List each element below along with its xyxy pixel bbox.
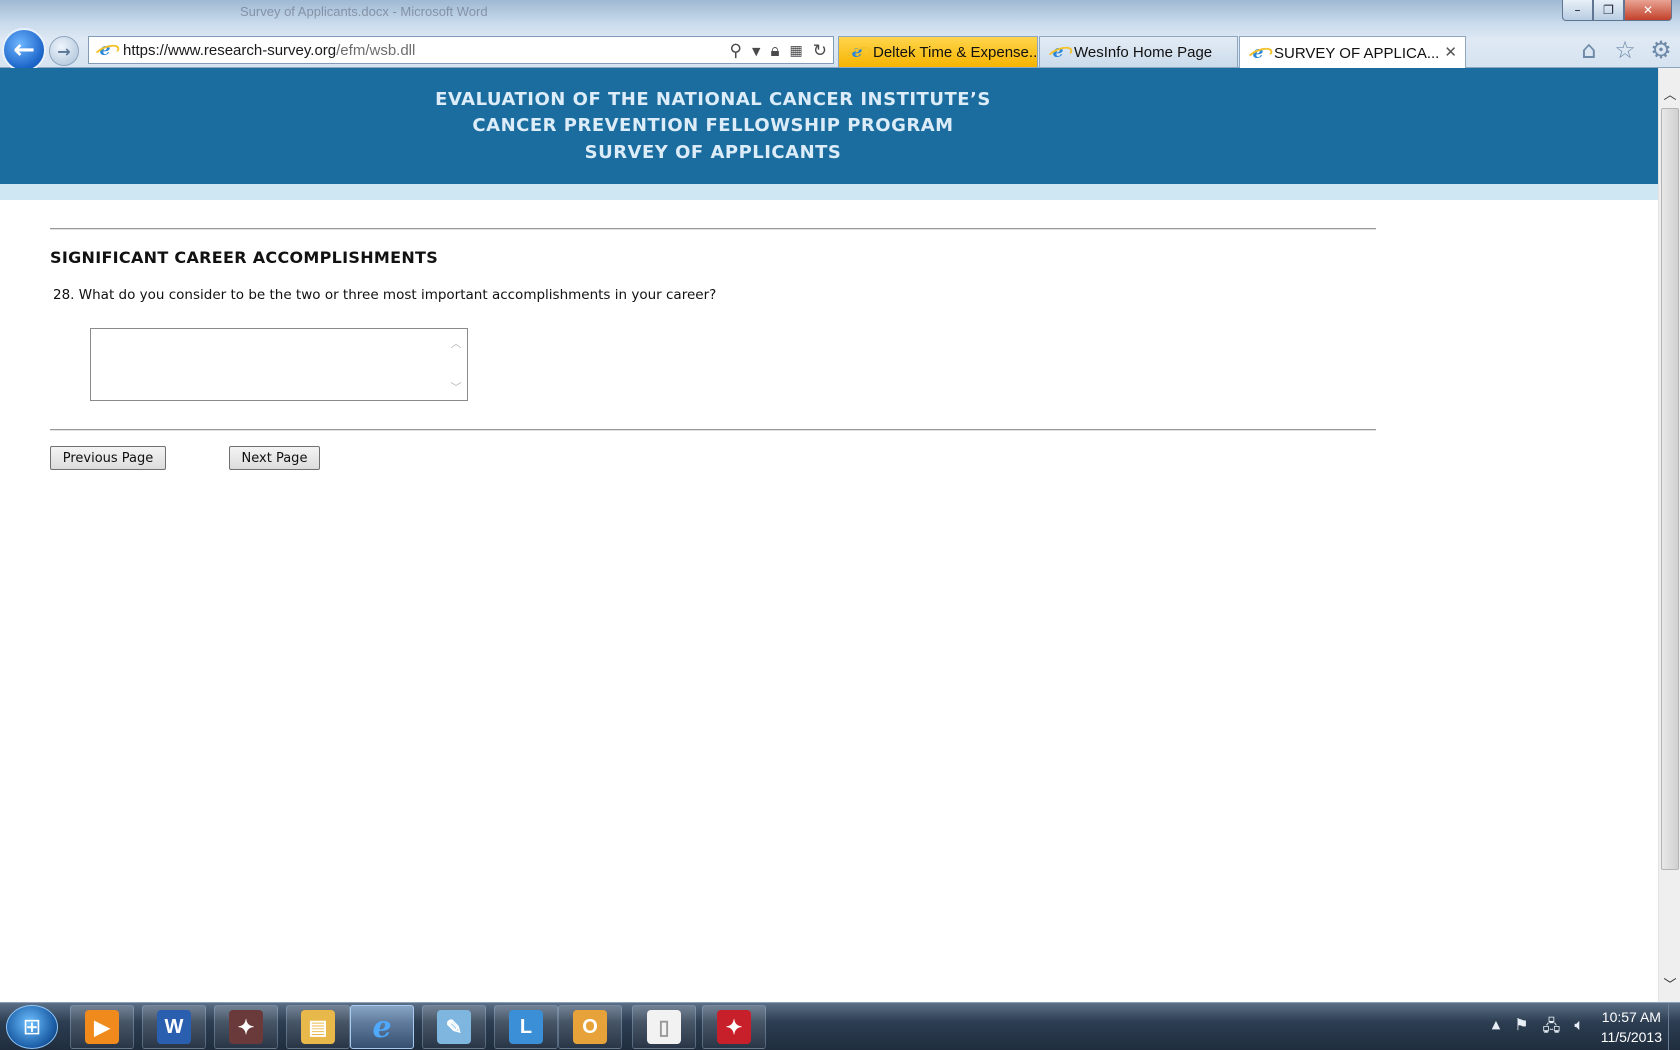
tab-survey[interactable]: e SURVEY OF APPLICA... ✕ bbox=[1239, 36, 1466, 69]
taskbar: ⊞ ▶ W ✦ ▤ e ✎ L O ▯ ✦ ▲ ⚑ 🖧︎ 🔈︎ 10:57 AM… bbox=[0, 1002, 1680, 1050]
scroll-thumb[interactable] bbox=[1661, 108, 1679, 870]
forward-icon: → bbox=[57, 41, 71, 61]
window-title: Survey of Applicants.docx - Microsoft Wo… bbox=[240, 4, 488, 19]
clock[interactable]: 10:57 AM 11/5/2013 bbox=[1601, 1007, 1662, 1047]
browser-chrome: Survey of Applicants.docx - Microsoft Wo… bbox=[0, 0, 1680, 72]
address-bar-icons: ⚲ ▼ 🔒︎ ▦ ↻ bbox=[730, 39, 827, 63]
ie-tab-icon: e bbox=[1248, 43, 1268, 63]
system-tray: ▲ ⚑ 🖧︎ 🔈︎ bbox=[1492, 1015, 1584, 1042]
close-tab-icon[interactable]: ✕ bbox=[1444, 43, 1457, 61]
search-icon[interactable]: ⚲ bbox=[730, 41, 742, 61]
divider-bottom bbox=[50, 429, 1376, 431]
tab-deltek[interactable]: e Deltek Time & Expense... bbox=[838, 36, 1038, 67]
close-window-button[interactable]: ✕ bbox=[1624, 0, 1672, 21]
lync-icon: L bbox=[509, 1010, 543, 1044]
show-desktop-button[interactable] bbox=[1668, 1003, 1680, 1050]
tools-icon[interactable]: ⚙ bbox=[1648, 36, 1674, 64]
banner-title-line1: EVALUATION OF THE NATIONAL CANCER INSTIT… bbox=[435, 89, 991, 110]
action-center-flag-icon[interactable]: ⚑ bbox=[1514, 1015, 1528, 1042]
question-28: 28. What do you consider to be the two o… bbox=[53, 287, 717, 303]
refresh-icon[interactable]: ↻ bbox=[813, 41, 827, 61]
pdf-icon: ✦ bbox=[717, 1010, 751, 1044]
notepad-icon: ✎ bbox=[437, 1010, 471, 1044]
restore-button[interactable]: ❐ bbox=[1593, 0, 1624, 21]
dropdown-icon[interactable]: ▼ bbox=[752, 45, 760, 58]
taskbar-outlook[interactable]: O bbox=[558, 1005, 622, 1049]
blank-doc-icon: ▯ bbox=[647, 1010, 681, 1044]
start-button[interactable]: ⊞ bbox=[6, 1005, 58, 1049]
minimize-button[interactable]: – bbox=[1562, 0, 1593, 21]
taskbar-ie[interactable]: e bbox=[350, 1005, 414, 1049]
next-page-button[interactable]: Next Page bbox=[229, 446, 320, 470]
scroll-up-arrow-icon[interactable]: ︿ bbox=[1659, 82, 1680, 104]
taskbar-blank-doc[interactable]: ▯ bbox=[632, 1005, 696, 1049]
clock-date: 11/5/2013 bbox=[1600, 1029, 1662, 1045]
network-icon[interactable]: 🖧︎ bbox=[1543, 1015, 1561, 1042]
taskbar-word[interactable]: W bbox=[142, 1005, 206, 1049]
previous-page-button[interactable]: Previous Page bbox=[50, 446, 166, 470]
forward-button[interactable]: → bbox=[49, 36, 79, 66]
ie-page-icon: e bbox=[95, 40, 115, 60]
scroll-up-icon[interactable]: ︿ bbox=[451, 335, 462, 351]
scroll-down-arrow-icon[interactable]: ﹀ bbox=[1659, 972, 1680, 994]
taskbar-media-player[interactable]: ▶ bbox=[70, 1005, 134, 1049]
taskbar-notepad[interactable]: ✎ bbox=[422, 1005, 486, 1049]
window-controls: – ❐ ✕ bbox=[1562, 0, 1672, 21]
favorites-icon[interactable]: ☆ bbox=[1612, 36, 1638, 64]
taskbar-acrobat[interactable]: ✦ bbox=[214, 1005, 278, 1049]
tab-label: WesInfo Home Page bbox=[1074, 43, 1213, 61]
section-title: SIGNIFICANT CAREER ACCOMPLISHMENTS bbox=[50, 248, 439, 267]
back-icon: ← bbox=[13, 35, 35, 65]
divider-top bbox=[50, 228, 1376, 230]
url-text[interactable]: https://www.research-survey.org/efm/wsb.… bbox=[123, 42, 415, 59]
explorer-icon: ▤ bbox=[301, 1010, 335, 1044]
ie-tab-icon: e bbox=[847, 42, 867, 62]
acrobat-icon: ✦ bbox=[229, 1010, 263, 1044]
url-host: https://www.research-survey.org bbox=[123, 41, 337, 59]
scroll-down-icon[interactable]: ﹀ bbox=[451, 379, 462, 395]
ie-tab-icon: e bbox=[1048, 42, 1068, 62]
lock-icon[interactable]: 🔒︎ bbox=[770, 41, 779, 61]
survey-banner: EVALUATION OF THE NATIONAL CANCER INSTIT… bbox=[0, 68, 1658, 184]
banner-strip bbox=[0, 184, 1658, 200]
tab-wesinfo[interactable]: e WesInfo Home Page bbox=[1039, 36, 1238, 67]
tab-label: SURVEY OF APPLICA... bbox=[1274, 44, 1440, 62]
word-icon: W bbox=[157, 1010, 191, 1044]
compat-icon[interactable]: ▦ bbox=[790, 43, 803, 59]
accomplishments-textarea[interactable] bbox=[90, 328, 468, 401]
windows-logo-icon: ⊞ bbox=[22, 1014, 42, 1040]
taskbar-pdf[interactable]: ✦ bbox=[702, 1005, 766, 1049]
banner-title-line3: SURVEY OF APPLICANTS bbox=[584, 142, 842, 163]
tray-expand-icon[interactable]: ▲ bbox=[1492, 1015, 1500, 1042]
address-bar[interactable]: e https://www.research-survey.org/efm/ws… bbox=[88, 36, 834, 64]
tab-label: Deltek Time & Expense... bbox=[873, 43, 1038, 61]
volume-icon[interactable]: 🔈︎ bbox=[1574, 1015, 1584, 1042]
url-path: /efm/wsb.dll bbox=[336, 41, 416, 59]
taskbar-lync[interactable]: L bbox=[494, 1005, 558, 1049]
media-player-icon: ▶ bbox=[85, 1010, 119, 1044]
toolbar-icons: ⌂ ☆ ⚙ bbox=[1576, 36, 1674, 64]
back-button[interactable]: ← bbox=[2, 28, 46, 72]
taskbar-explorer[interactable]: ▤ bbox=[286, 1005, 350, 1049]
textarea-scrollbar[interactable]: ︿ ﹀ bbox=[446, 331, 466, 399]
page-scrollbar[interactable]: ︿ ﹀ bbox=[1658, 68, 1680, 1002]
outlook-icon: O bbox=[573, 1010, 607, 1044]
home-icon[interactable]: ⌂ bbox=[1576, 36, 1602, 64]
clock-time: 10:57 AM bbox=[1601, 1009, 1661, 1025]
banner-title-line2: CANCER PREVENTION FELLOWSHIP PROGRAM bbox=[472, 115, 954, 136]
ie-icon: e bbox=[372, 1009, 392, 1045]
